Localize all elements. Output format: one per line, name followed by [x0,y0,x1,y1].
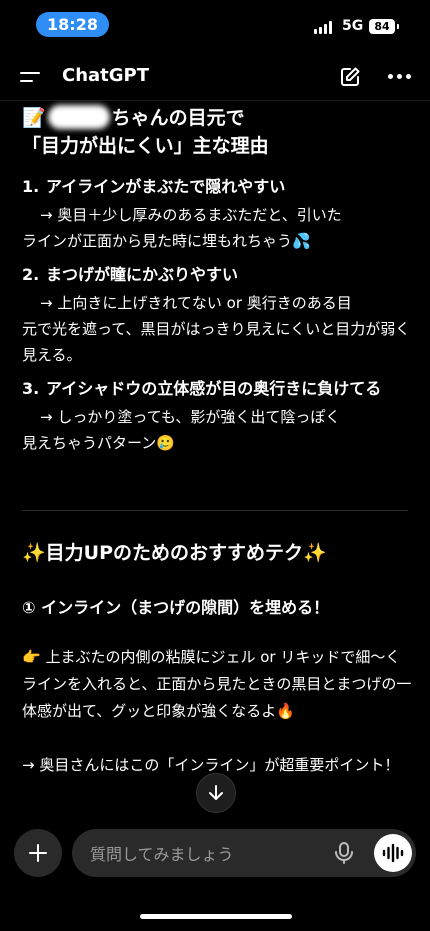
mic-icon[interactable] [334,841,354,865]
battery-icon: 84 [369,19,399,34]
message-input[interactable] [88,829,322,879]
divider [22,510,408,511]
home-indicator [140,914,292,919]
add-attachment-button[interactable] [14,829,62,877]
voice-mode-button[interactable] [374,834,412,872]
message-input-container [72,829,416,879]
compose-icon[interactable] [338,65,362,89]
plus-icon [29,844,47,862]
list-item: 2. まつげが瞳にかぶりやすい → 上向きに上げきれてない or 奥行きのある目元… [22,265,411,364]
list-item: 1. アイラインがまぶたで隠れやすい → 奥目＋少し厚みのあるまぶただと、引いたラ… [22,177,342,250]
redacted-name [47,105,110,129]
menu-icon[interactable] [20,68,42,86]
signal-icon [314,21,332,34]
list-item: 3. アイシャドウの立体感が目の奥行きに負けてる → しっかり塗っても、影が強く出… [22,379,382,452]
tip-body: 👉 上まぶたの内側の粘膜にジェル or リキッドで細〜くラインを入れると、正面か… [22,648,412,720]
voice-wave-icon [382,844,404,862]
message-heading: 📝 ちゃんの目元で 「目力が出にくい」主な理由 [22,105,269,157]
network-label: 5G [342,18,364,34]
arrow-down-icon [209,785,223,800]
tip-title: ① インライン（まつげの隙間）を埋める！ [22,598,330,617]
more-icon[interactable] [388,74,411,79]
app-title: ChatGPT [62,65,150,86]
app-header: ChatGPT [0,52,430,101]
tips-heading: ✨目力UPのためのおすすめテク✨ [22,542,327,564]
chat-content: 📝 ちゃんの目元で 「目力が出にくい」主な理由 1. アイラインがまぶたで隠れやすい… [0,100,430,820]
memo-icon: 📝 [22,107,46,129]
status-bar: 18:28 5G 84 [0,0,430,50]
scroll-down-button[interactable] [196,773,236,813]
status-time: 18:28 [36,12,109,37]
